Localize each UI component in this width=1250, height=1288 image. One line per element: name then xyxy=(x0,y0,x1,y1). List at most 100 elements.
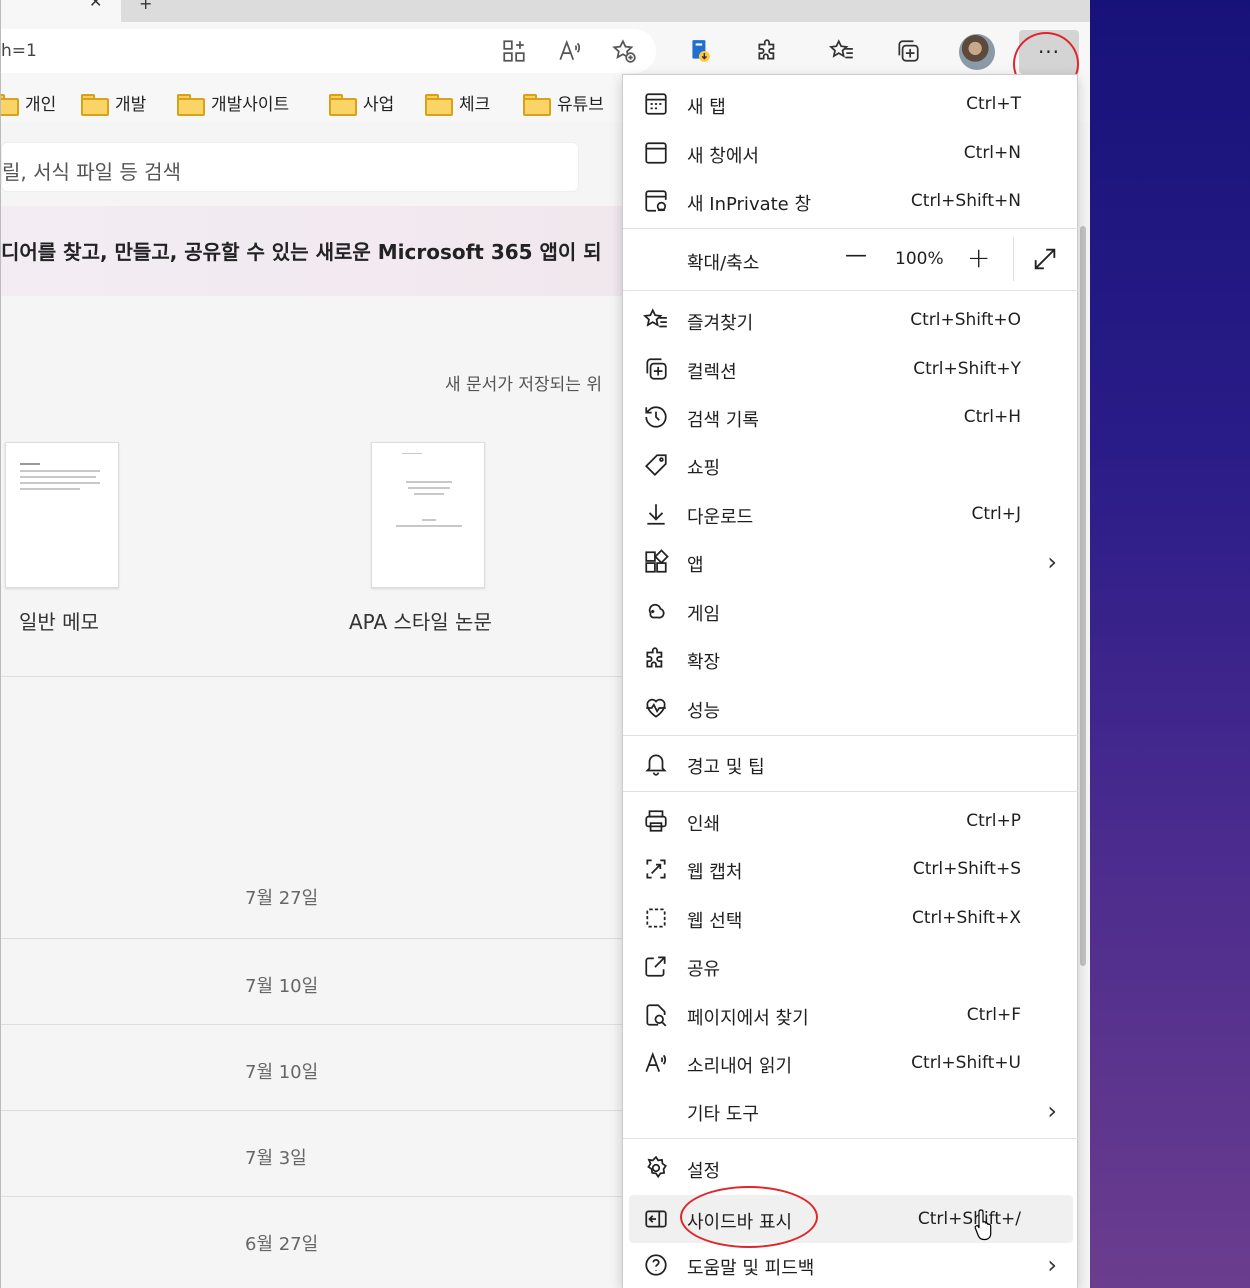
new-tab-icon xyxy=(643,91,669,117)
download-icon xyxy=(643,501,669,527)
menu-item-show-sidebar[interactable]: 사이드바 표시 Ctrl+Shift+/ xyxy=(629,1195,1073,1243)
menu-item-read-aloud[interactable]: 소리내어 읽기 Ctrl+Shift+U xyxy=(623,1039,1079,1087)
menu-item-label: 기타 도구 xyxy=(687,1104,759,1125)
row-divider xyxy=(1,938,631,939)
menu-item-web-select[interactable]: 웹 선택 Ctrl+Shift+X xyxy=(623,894,1079,942)
menu-item-extensions[interactable]: 확장 xyxy=(623,635,1079,683)
menu-item-help[interactable]: 도움말 및 피드백 › xyxy=(623,1241,1079,1288)
menu-scrollbar[interactable] xyxy=(1078,212,1088,972)
page-search-input[interactable]: 릴, 서식 파일 등 검색 xyxy=(1,142,579,192)
menu-separator xyxy=(623,1138,1079,1139)
zoom-out-button[interactable]: — xyxy=(845,243,867,268)
menu-item-favorites[interactable]: 즐겨찾기 Ctrl+Shift+O xyxy=(623,296,1079,344)
template-thumbnail-apa[interactable] xyxy=(371,442,485,588)
bookmark-label: 체크 xyxy=(459,95,491,115)
close-tab-icon[interactable]: ✕ xyxy=(89,0,102,11)
menu-item-shortcut: Ctrl+Shift+Y xyxy=(913,359,1021,379)
zoom-row: 확대/축소 — 100% + xyxy=(623,229,1079,289)
settings-and-more-button[interactable]: ··· xyxy=(1019,30,1079,74)
chevron-right-icon: › xyxy=(1047,1251,1057,1279)
games-icon xyxy=(643,598,669,624)
settings-icon xyxy=(643,1155,669,1181)
menu-item-label: 공유 xyxy=(687,959,721,980)
find-in-page-icon xyxy=(643,1002,669,1028)
bookmark-folder-1[interactable]: 개인 xyxy=(1,90,57,116)
menu-item-label: 새 InPrivate 창 xyxy=(687,194,812,215)
bookmark-label: 유튜브 xyxy=(557,95,604,115)
menu-item-label: 사이드바 표시 xyxy=(687,1212,793,1233)
desktop-background xyxy=(1090,0,1250,1288)
menu-item-find[interactable]: 페이지에서 찾기 Ctrl+F xyxy=(623,991,1079,1039)
bookmark-label: 개인 xyxy=(25,95,57,115)
profile-avatar[interactable] xyxy=(959,34,995,70)
menu-item-shortcut: Ctrl+N xyxy=(963,143,1021,163)
menu-item-more-tools[interactable]: 기타 도구 › xyxy=(623,1087,1079,1135)
menu-item-downloads[interactable]: 다운로드 Ctrl+J xyxy=(623,490,1079,538)
fullscreen-icon[interactable] xyxy=(1031,245,1059,273)
menu-item-shortcut: Ctrl+Shift+X xyxy=(911,908,1021,928)
favorites-icon[interactable] xyxy=(825,34,859,68)
scrollbar-thumb[interactable] xyxy=(1080,226,1086,966)
row-divider xyxy=(1,1196,631,1197)
promo-banner: 디어를 찾고, 만들고, 공유할 수 있는 새로운 Microsoft 365 … xyxy=(1,206,631,296)
menu-item-label: 다운로드 xyxy=(687,507,754,528)
menu-item-performance[interactable]: 성능 xyxy=(623,684,1079,732)
menu-item-share[interactable]: 공유 xyxy=(623,942,1079,990)
template-label[interactable]: 일반 메모 xyxy=(19,606,99,635)
menu-item-settings[interactable]: 설정 xyxy=(623,1144,1079,1192)
read-aloud-icon xyxy=(643,1050,669,1076)
bookmark-folder-6[interactable]: 유튜브 xyxy=(523,90,604,116)
collections-icon[interactable] xyxy=(891,34,925,68)
zoom-divider xyxy=(1013,237,1014,281)
new-tab-icon[interactable]: + xyxy=(139,0,152,13)
menu-item-games[interactable]: 게임 xyxy=(623,587,1079,635)
folder-icon xyxy=(81,93,109,116)
row-divider xyxy=(1,1110,631,1111)
menu-item-print[interactable]: 인쇄 Ctrl+P xyxy=(623,797,1079,845)
menu-item-label: 설정 xyxy=(687,1161,721,1182)
active-tab[interactable]: ✕ xyxy=(1,0,121,22)
read-aloud-icon[interactable] xyxy=(553,34,587,68)
web-select-icon xyxy=(643,905,669,931)
menu-item-history[interactable]: 검색 기록 Ctrl+H xyxy=(623,393,1079,441)
office-file-icon[interactable] xyxy=(683,34,717,68)
template-label[interactable]: APA 스타일 논문 xyxy=(349,606,492,635)
menu-item-label: 앱 xyxy=(687,555,704,576)
menu-item-label: 인쇄 xyxy=(687,814,721,835)
menu-item-shortcut: Ctrl+Shift+/ xyxy=(917,1209,1021,1229)
menu-item-alerts[interactable]: 경고 및 팁 xyxy=(623,740,1079,788)
add-favorite-icon[interactable] xyxy=(607,34,641,68)
menu-item-apps[interactable]: 앱 › xyxy=(623,538,1079,586)
menu-item-shortcut: Ctrl+J xyxy=(971,504,1021,524)
bookmark-folder-2[interactable]: 개발 xyxy=(81,90,146,116)
divider xyxy=(1,676,631,677)
menu-item-web-capture[interactable]: 웹 캡처 Ctrl+Shift+S xyxy=(623,845,1079,893)
web-capture-icon xyxy=(643,856,669,882)
zoom-label: 확대/축소 xyxy=(687,253,760,274)
menu-item-shopping[interactable]: 쇼핑 xyxy=(623,441,1079,489)
folder-icon xyxy=(329,93,357,116)
mouse-cursor-icon xyxy=(974,1209,992,1241)
menu-item-new-tab[interactable]: 새 탭 Ctrl+T xyxy=(623,80,1079,128)
menu-item-label: 새 창에서 xyxy=(687,146,759,167)
menu-separator xyxy=(623,791,1079,792)
menu-item-label: 쇼핑 xyxy=(687,458,721,479)
shopping-tag-icon xyxy=(643,452,669,478)
menu-item-label: 즐겨찾기 xyxy=(687,313,754,334)
menu-item-collections[interactable]: 컬렉션 Ctrl+Shift+Y xyxy=(623,345,1079,393)
app-available-icon[interactable] xyxy=(497,34,531,68)
zoom-in-button[interactable]: + xyxy=(967,241,990,274)
print-icon xyxy=(643,808,669,834)
menu-separator xyxy=(623,290,1079,291)
template-thumbnail-memo[interactable] xyxy=(5,442,119,588)
bookmark-folder-4[interactable]: 사업 xyxy=(329,90,395,116)
bookmark-folder-5[interactable]: 체크 xyxy=(425,90,491,116)
bookmark-label: 사업 xyxy=(363,95,395,115)
extensions-icon[interactable] xyxy=(751,34,785,68)
menu-item-label: 경고 및 팁 xyxy=(687,757,765,778)
menu-item-shortcut: Ctrl+T xyxy=(966,94,1021,114)
tab-strip: ✕ + xyxy=(1,0,1090,22)
menu-item-new-window[interactable]: 새 창에서 Ctrl+N xyxy=(623,129,1079,177)
bookmark-folder-3[interactable]: 개발사이트 xyxy=(177,90,289,116)
menu-item-inprivate[interactable]: 새 InPrivate 창 Ctrl+Shift+N xyxy=(623,177,1079,225)
